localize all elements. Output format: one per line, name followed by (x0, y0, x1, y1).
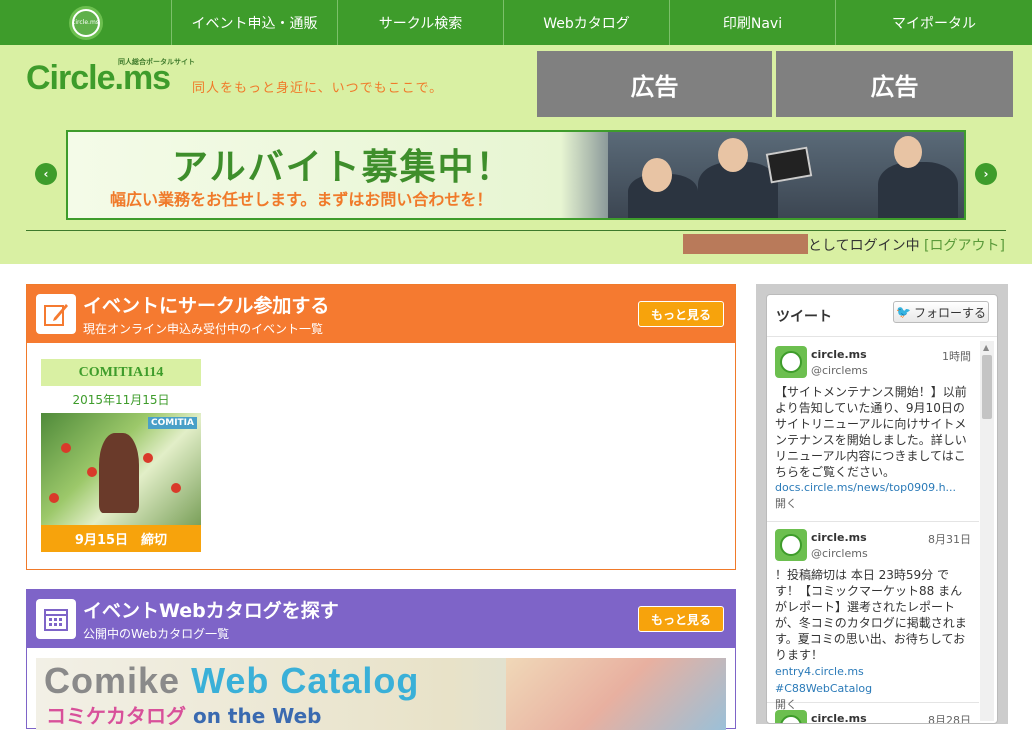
catalog-character-art (506, 658, 726, 730)
person-figure (878, 162, 958, 218)
sidebar: ツイート 🐦 フォローする circle.ms @circlems 1時間 【サ… (756, 284, 1008, 724)
circle-logo-icon: circle.ms (68, 5, 103, 40)
tweet-body: 【サイトメンテナンス開始！】以前より告知していた通り、9月10日のサイトリニュー… (775, 384, 967, 512)
person-face (642, 158, 672, 192)
section-title: イベントWebカタログを探す (83, 600, 339, 622)
tweet-links-row: entry4.circle.ms #C88WebCatalog (775, 663, 967, 697)
tweet-link[interactable]: docs.circle.ms/news/top0909.h... (775, 480, 967, 496)
event-thumbnail[interactable]: COMITIA (41, 413, 201, 525)
apple-shape (87, 467, 97, 477)
circlems-avatar-icon[interactable] (775, 346, 807, 378)
catalog-sub-en: on the Web (192, 704, 322, 728)
banner-title: アルバイト募集中！ (172, 147, 514, 188)
username-redacted (683, 234, 808, 254)
tweet-hashtag[interactable]: #C88WebCatalog (775, 682, 872, 695)
section-title: イベントにサークル参加する (83, 295, 330, 317)
catalog-word-webcatalog: Web Catalog (191, 660, 420, 701)
twitter-widget-title: ツイート (776, 309, 832, 325)
tweet-author-handle[interactable]: @circlems (811, 547, 868, 560)
person-face (894, 136, 922, 168)
ad-slot-2[interactable]: 広告 (776, 51, 1013, 117)
circlems-avatar-icon[interactable] (775, 529, 807, 561)
banner-subtitle: 幅広い業務をお任せします。まずはお問い合わせを！ (110, 190, 493, 209)
logo-text: circle.ms (72, 10, 99, 35)
event-date: 2015年11月15日 (72, 393, 170, 407)
catalog-banner-subtitle: コミケカタログ on the Web (46, 700, 321, 729)
section-header: イベントにサークル参加する 現在オンライン申込み受付中のイベント一覧 もっと見る (27, 285, 735, 343)
section-desc: 現在オンライン申込み受付中のイベント一覧 (83, 322, 324, 336)
nav-item-event-apply[interactable]: イベント申込・通販 (172, 0, 338, 45)
twitter-widget-header: ツイート 🐦 フォローする (767, 295, 997, 337)
more-catalogs-button[interactable]: もっと見る (638, 606, 724, 632)
ad-slot-1[interactable]: 広告 (537, 51, 772, 117)
scroll-up-icon[interactable]: ▲ (983, 343, 989, 352)
tweet-timestamp[interactable]: 1時間 (942, 348, 971, 364)
section-desc: 公開中のWebカタログ一覧 (83, 627, 230, 641)
apple-shape (171, 483, 181, 493)
catalog-sub-jp: コミケカタログ (46, 704, 186, 728)
more-events-button[interactable]: もっと見る (638, 301, 724, 327)
tablet-device (765, 146, 813, 184)
carousel-prev-icon[interactable]: ‹ (35, 163, 57, 185)
apple-shape (143, 453, 153, 463)
site-tagline: 同人をもっと身近に、いつでもここで。 (192, 81, 444, 96)
recruit-banner[interactable]: アルバイト募集中！ 幅広い業務をお任せします。まずはお問い合わせを！ (66, 130, 966, 220)
nav-item-web-catalog[interactable]: Webカタログ (504, 0, 670, 45)
character-figure (99, 433, 139, 513)
apple-shape (61, 443, 71, 453)
event-name[interactable]: COMITIA114 (41, 359, 201, 386)
tweet-author-handle[interactable]: @circlems (811, 364, 868, 377)
nav-item-circle-search[interactable]: サークル検索 (338, 0, 504, 45)
banner-photo (608, 132, 964, 218)
carousel-next-icon[interactable]: › (975, 163, 997, 185)
logout-link[interactable]: [ログアウト] (924, 235, 1005, 255)
header: Circle.ms 同人総合ポータルサイト 同人をもっと身近に、いつでもここで。… (0, 45, 1032, 264)
tweet-timestamp[interactable]: 8月28日 (928, 712, 971, 723)
twitter-timeline-widget: ツイート 🐦 フォローする circle.ms @circlems 1時間 【サ… (766, 294, 998, 724)
apple-shape (49, 493, 59, 503)
event-card[interactable]: COMITIA114 2015年11月15日 COMITIA 9月15日 締切 (41, 359, 201, 552)
tweet-item: circle.ms 8月28日 (767, 704, 979, 723)
tweet-timestamp[interactable]: 8月31日 (928, 531, 971, 547)
top-nav: circle.ms イベント申込・通販 サークル検索 Webカタログ 印刷Nav… (0, 0, 1032, 45)
twitter-follow-button[interactable]: 🐦 フォローする (893, 301, 989, 323)
catalog-word-comike: Comike (44, 660, 181, 701)
follow-label: フォローする (913, 305, 986, 320)
tweet-author-name[interactable]: circle.ms (811, 348, 867, 361)
timeline-scrollbar[interactable]: ▲ (980, 341, 994, 721)
nav-item-my-portal[interactable]: マイポータル (836, 0, 1032, 45)
home-logo-link[interactable]: circle.ms (0, 0, 172, 45)
circlems-avatar-icon[interactable] (775, 710, 807, 723)
catalog-banner-title: Comike Web Catalog (44, 660, 419, 702)
tweet-link[interactable]: entry4.circle.ms (775, 665, 864, 678)
comike-web-catalog-banner[interactable]: Comike Web Catalog コミケカタログ on the Web (36, 658, 726, 730)
site-subtitle: 同人総合ポータルサイト (118, 58, 195, 66)
event-participation-section: イベントにサークル参加する 現在オンライン申込み受付中のイベント一覧 もっと見る… (26, 284, 736, 570)
login-status-text: としてログイン中 (808, 238, 920, 254)
tweet-text: ！投稿締切は 本日 23時59分 です！【コミックマーケット88 まんがレポート… (775, 568, 967, 662)
tweet-expand-link[interactable]: 開く (775, 496, 967, 512)
event-image-label: COMITIA (147, 417, 197, 429)
tweet-author-name[interactable]: circle.ms (811, 712, 867, 723)
scrollbar-thumb[interactable] (982, 355, 992, 419)
tweet-body: ！投稿締切は 本日 23時59分 です！【コミックマーケット88 まんがレポート… (775, 567, 967, 713)
tweet-author-name[interactable]: circle.ms (811, 531, 867, 544)
header-divider (26, 230, 1006, 231)
section-header: イベントWebカタログを探す 公開中のWebカタログ一覧 もっと見る (27, 590, 735, 648)
pen-paper-icon (36, 294, 76, 334)
nav-item-print-navi[interactable]: 印刷Navi (670, 0, 836, 45)
web-catalog-section: イベントWebカタログを探す 公開中のWebカタログ一覧 もっと見る Comik… (26, 589, 736, 730)
tweet-item: circle.ms @circlems 8月31日 ！投稿締切は 本日 23時5… (767, 523, 979, 711)
tweet-text: 【サイトメンテナンス開始！】以前より告知していた通り、9月10日のサイトリニュー… (775, 385, 967, 479)
twitter-bird-icon: 🐦 (896, 305, 911, 319)
tweet-item: circle.ms @circlems 1時間 【サイトメンテナンス開始！】以前… (767, 340, 979, 522)
calendar-icon (36, 599, 76, 639)
event-deadline: 9月15日 締切 (41, 525, 201, 552)
person-face (718, 138, 748, 172)
